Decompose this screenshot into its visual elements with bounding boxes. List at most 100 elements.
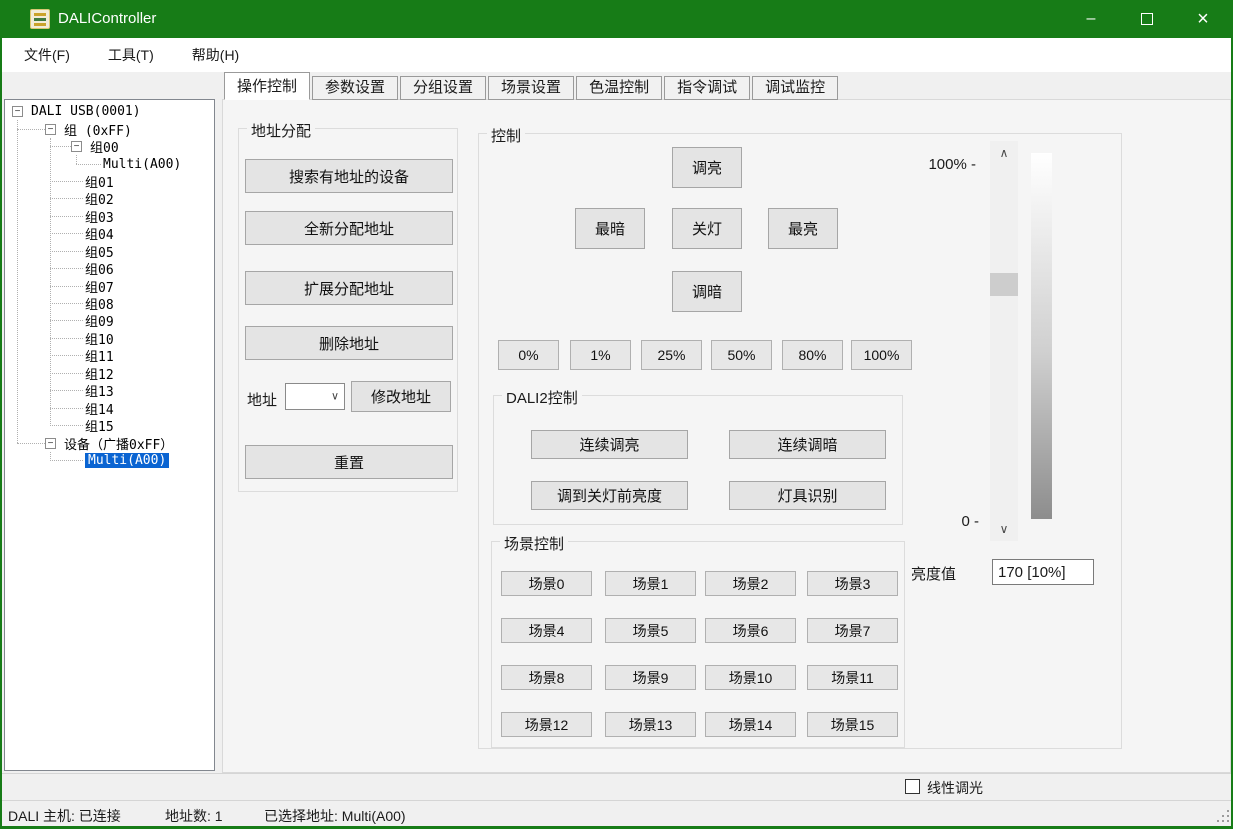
dimmest-button[interactable]: 最暗 <box>575 208 645 249</box>
tree-item-group05[interactable]: 组05 <box>5 243 214 260</box>
percent-50-button[interactable]: 50% <box>711 340 772 370</box>
scene-1-button[interactable]: 场景1 <box>605 571 696 596</box>
continuous-dim-button[interactable]: 连续调暗 <box>729 430 886 459</box>
brightness-value-label: 亮度值 <box>911 563 956 584</box>
collapse-icon[interactable]: − <box>71 141 82 152</box>
tree-item-group14[interactable]: 组14 <box>5 399 214 416</box>
tree-item-group07[interactable]: 组07 <box>5 277 214 294</box>
modify-address-button[interactable]: 修改地址 <box>351 381 451 412</box>
scene-4-button[interactable]: 场景4 <box>501 618 592 643</box>
minimize-button[interactable]: – <box>1063 0 1119 38</box>
recall-last-level-button[interactable]: 调到关灯前亮度 <box>531 481 688 510</box>
scene-12-button[interactable]: 场景12 <box>501 712 592 737</box>
address-label: 地址 <box>247 389 277 410</box>
tree-connector <box>50 460 83 461</box>
scene-5-button[interactable]: 场景5 <box>605 618 696 643</box>
tree-item-group13[interactable]: 组13 <box>5 382 214 399</box>
dali2-control-group: DALI2控制 连续调亮 连续调暗 调到关灯前亮度 灯具识别 <box>493 395 903 525</box>
percent-100-button[interactable]: 100% <box>851 340 912 370</box>
scene-11-button[interactable]: 场景11 <box>807 665 898 690</box>
menu-tools[interactable]: 工具(T) <box>102 42 160 68</box>
brightness-scrollbar[interactable]: ∧ ∨ <box>990 141 1018 541</box>
scene-13-button[interactable]: 场景13 <box>605 712 696 737</box>
delete-address-button[interactable]: 删除地址 <box>245 326 453 360</box>
tree-item-group04[interactable]: 组04 <box>5 225 214 242</box>
tree-item-group01[interactable]: 组01 <box>5 173 214 190</box>
tree-item-group-all[interactable]: −组 (0xFF) <box>5 120 214 137</box>
scene-8-button[interactable]: 场景8 <box>501 665 592 690</box>
minimize-icon: – <box>1087 14 1096 24</box>
tab-debug-monitor[interactable]: 调试监控 <box>752 76 838 100</box>
tree-item-root[interactable]: −DALI USB(0001) <box>5 103 214 120</box>
scene-3-button[interactable]: 场景3 <box>807 571 898 596</box>
scene-15-button[interactable]: 场景15 <box>807 712 898 737</box>
tree-item-group00[interactable]: −组00 <box>5 138 214 155</box>
percent-25-button[interactable]: 25% <box>641 340 702 370</box>
tree-item-group11[interactable]: 组11 <box>5 347 214 364</box>
scene-14-button[interactable]: 场景14 <box>705 712 796 737</box>
tree-item-group12[interactable]: 组12 <box>5 365 214 382</box>
address-combo[interactable]: ∨ <box>285 383 345 410</box>
tree-item-group02[interactable]: 组02 <box>5 190 214 207</box>
scroll-up-icon[interactable]: ∧ <box>990 141 1018 165</box>
menu-file[interactable]: 文件(F) <box>18 42 76 68</box>
tab-parameter-settings[interactable]: 参数设置 <box>312 76 398 100</box>
tree-item-group03[interactable]: 组03 <box>5 208 214 225</box>
tab-group-settings[interactable]: 分组设置 <box>400 76 486 100</box>
maximize-button[interactable] <box>1119 0 1175 38</box>
brightest-button[interactable]: 最亮 <box>768 208 838 249</box>
tab-scene-settings[interactable]: 场景设置 <box>488 76 574 100</box>
scene-0-button[interactable]: 场景0 <box>501 571 592 596</box>
collapse-icon[interactable]: − <box>45 124 56 135</box>
tree-connector <box>50 320 83 321</box>
device-tree[interactable]: −DALI USB(0001) −组 (0xFF) −组00 Multi(A00… <box>4 99 215 771</box>
tree-connector <box>50 390 83 391</box>
percent-1-button[interactable]: 1% <box>570 340 631 370</box>
extend-assign-address-button[interactable]: 扩展分配地址 <box>245 271 453 305</box>
scene-10-button[interactable]: 场景10 <box>705 665 796 690</box>
scene-9-button[interactable]: 场景9 <box>605 665 696 690</box>
light-off-button[interactable]: 关灯 <box>672 208 742 249</box>
scene-7-button[interactable]: 场景7 <box>807 618 898 643</box>
tree-item-group09[interactable]: 组09 <box>5 312 214 329</box>
selected-tree-item: Multi(A00) <box>85 453 169 468</box>
tree-item-multi-a00-selected[interactable]: Multi(A00) <box>5 452 214 469</box>
brighten-button[interactable]: 调亮 <box>672 147 742 188</box>
collapse-icon[interactable]: − <box>45 438 56 449</box>
menu-help[interactable]: 帮助(H) <box>186 42 245 68</box>
tree-item-multi-a00[interactable]: Multi(A00) <box>5 155 214 172</box>
tab-command-debug[interactable]: 指令调试 <box>664 76 750 100</box>
scene-2-button[interactable]: 场景2 <box>705 571 796 596</box>
tree-item-group15[interactable]: 组15 <box>5 417 214 434</box>
collapse-icon[interactable]: − <box>12 106 23 117</box>
dali2-control-title: DALI2控制 <box>502 387 582 408</box>
continuous-brighten-button[interactable]: 连续调亮 <box>531 430 688 459</box>
scrollbar-thumb[interactable] <box>990 273 1018 296</box>
resize-grip[interactable] <box>1216 809 1229 822</box>
close-icon: × <box>1197 8 1209 31</box>
search-addressed-devices-button[interactable]: 搜索有地址的设备 <box>245 159 453 193</box>
tree-item-group08[interactable]: 组08 <box>5 295 214 312</box>
percent-80-button[interactable]: 80% <box>782 340 843 370</box>
luminaire-identify-button[interactable]: 灯具识别 <box>729 481 886 510</box>
brightness-value-field[interactable]: 170 [10%] <box>992 559 1094 585</box>
title-bar: DALIController – × <box>0 0 1233 38</box>
close-button[interactable]: × <box>1175 0 1231 38</box>
tree-connector <box>50 146 71 147</box>
tab-color-temp-control[interactable]: 色温控制 <box>576 76 662 100</box>
reset-button[interactable]: 重置 <box>245 445 453 479</box>
linear-dimming-label: 线性调光 <box>927 778 983 798</box>
tree-item-group10[interactable]: 组10 <box>5 330 214 347</box>
tree-item-device-broadcast[interactable]: −设备（广播0xFF） <box>5 434 214 451</box>
assign-new-address-button[interactable]: 全新分配地址 <box>245 211 453 245</box>
control-title: 控制 <box>487 125 525 146</box>
percent-0-button[interactable]: 0% <box>498 340 559 370</box>
dim-button[interactable]: 调暗 <box>672 271 742 312</box>
tree-connector <box>50 233 83 234</box>
scene-6-button[interactable]: 场景6 <box>705 618 796 643</box>
tab-operation-control[interactable]: 操作控制 <box>224 72 310 100</box>
linear-dimming-checkbox[interactable] <box>905 779 920 794</box>
tree-item-group06[interactable]: 组06 <box>5 260 214 277</box>
tree-connector <box>50 373 83 374</box>
scroll-down-icon[interactable]: ∨ <box>990 517 1018 541</box>
